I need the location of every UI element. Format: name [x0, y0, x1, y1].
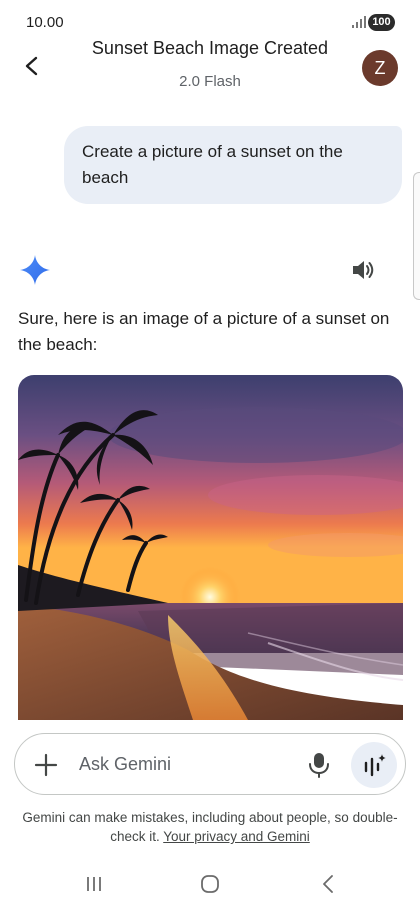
chat-header: Sunset Beach Image Created 2.0 Flash Z	[0, 36, 420, 102]
nav-back-icon[interactable]	[318, 874, 338, 894]
user-message: Create a picture of a sunset on the beac…	[64, 126, 402, 204]
model-name[interactable]: 2.0 Flash	[60, 73, 360, 90]
speaker-icon[interactable]	[350, 258, 376, 282]
scroll-handle[interactable]	[413, 172, 420, 300]
privacy-link[interactable]: Your privacy and Gemini	[163, 829, 310, 844]
system-nav-bar	[0, 866, 420, 910]
ask-gemini-input[interactable]	[79, 754, 279, 775]
disclaimer: Gemini can make mistakes, including abou…	[20, 808, 400, 846]
battery-indicator: 100	[368, 14, 395, 31]
back-arrow-icon	[25, 56, 38, 76]
prompt-input-bar	[14, 733, 406, 795]
gemini-live-button[interactable]	[351, 742, 397, 788]
generated-sunset-image[interactable]	[18, 375, 403, 720]
status-time: 10.00	[26, 14, 64, 31]
microphone-icon[interactable]	[307, 752, 331, 778]
response-text: Sure, here is an image of a picture of a…	[18, 309, 390, 354]
home-icon[interactable]	[200, 874, 220, 894]
chat-title: Sunset Beach Image Created	[91, 38, 329, 58]
gemini-live-icon	[364, 754, 386, 777]
recent-apps-icon[interactable]	[84, 874, 104, 894]
signal-icon	[352, 16, 366, 28]
gemini-spark-icon	[20, 255, 50, 285]
avatar[interactable]: Z	[362, 50, 398, 86]
back-button[interactable]	[16, 50, 48, 82]
plus-icon[interactable]	[33, 752, 59, 778]
